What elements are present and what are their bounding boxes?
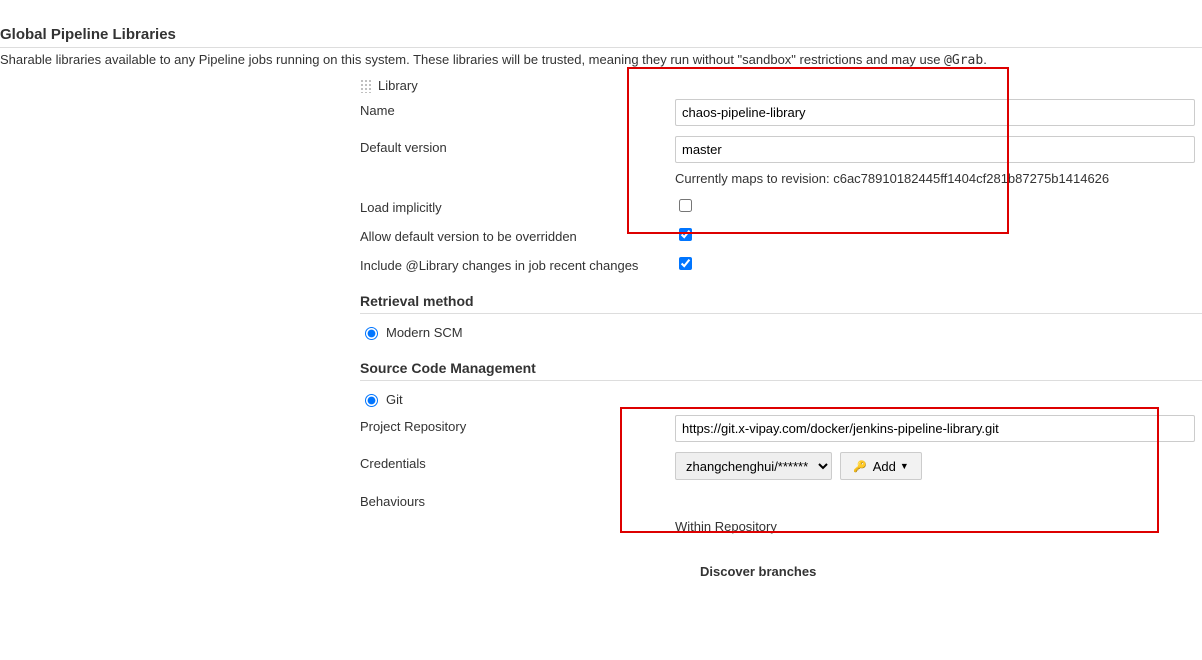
section-description: Sharable libraries available to any Pipe… [0,52,1202,68]
project-repository-label: Project Repository [360,415,675,434]
project-repository-input[interactable] [675,415,1195,442]
credentials-label: Credentials [360,452,675,471]
behaviours-label: Behaviours [360,490,675,509]
include-changes-label: Include @Library changes in job recent c… [360,254,675,273]
section-title: Global Pipeline Libraries [0,26,1202,48]
retrieval-method-title: Retrieval method [360,293,1202,314]
revision-maps-text: Currently maps to revision: c6ac78910182… [675,171,1202,186]
drag-handle-icon[interactable] [360,79,372,93]
default-version-label: Default version [360,136,675,155]
git-label: Git [386,392,403,407]
default-version-input[interactable] [675,136,1195,163]
key-icon: 🔑 [853,460,867,473]
discover-branches-text: Discover branches [700,564,1202,579]
load-implicitly-checkbox[interactable] [679,199,692,212]
git-radio[interactable] [365,394,378,407]
include-changes-checkbox[interactable] [679,257,692,270]
name-label: Name [360,99,675,118]
modern-scm-radio[interactable] [365,327,378,340]
library-header: Library [360,78,1202,93]
allow-override-label: Allow default version to be overridden [360,225,675,244]
within-repository-text: Within Repository [675,519,1202,534]
credentials-select[interactable]: zhangchenghui/****** [675,452,832,480]
add-credentials-button[interactable]: 🔑 Add ▼ [840,452,922,480]
scm-title: Source Code Management [360,360,1202,381]
modern-scm-label: Modern SCM [386,325,463,340]
name-input[interactable] [675,99,1195,126]
allow-override-checkbox[interactable] [679,228,692,241]
load-implicitly-label: Load implicitly [360,196,675,215]
caret-down-icon: ▼ [900,461,909,471]
